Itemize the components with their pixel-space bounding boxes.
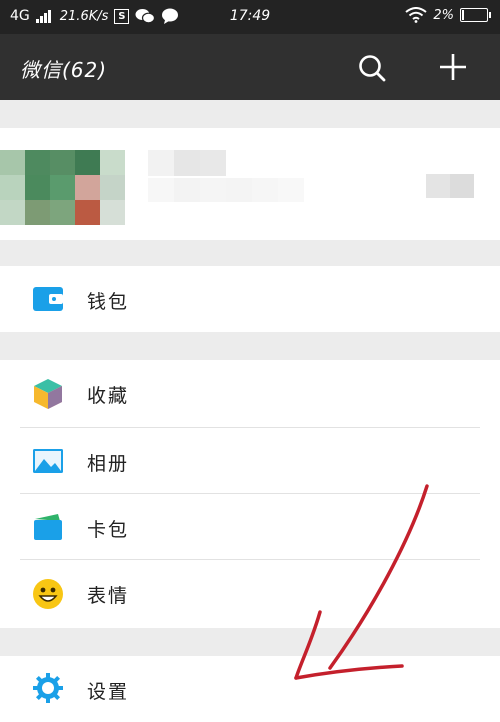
gear-icon: [33, 673, 63, 703]
wallet-icon: [33, 287, 63, 311]
menu-item-stickers[interactable]: 表情: [0, 560, 500, 628]
page-title: 微信(62): [20, 58, 108, 82]
section-gap: [0, 628, 500, 656]
menu-item-label: 收藏: [87, 385, 130, 407]
wifi-icon: [405, 7, 427, 23]
profile-name-blur-2: [200, 150, 226, 176]
section-gap: [0, 332, 500, 360]
qrcode-icon: [426, 174, 474, 198]
photo-icon: [33, 449, 63, 473]
status-right: 2%: [405, 7, 491, 23]
app-header: 微信(62): [0, 34, 500, 100]
status-bar: 4G 21.6K/s S 17:49 2%: [0, 0, 500, 34]
section-gap: [0, 100, 500, 128]
battery-percent: 2%: [433, 7, 454, 23]
plus-icon[interactable]: [437, 51, 469, 83]
menu-item-favorites[interactable]: 收藏: [0, 360, 500, 428]
menu-item-settings[interactable]: 设置: [0, 656, 500, 722]
battery-icon: [460, 8, 491, 22]
cube-icon: [34, 379, 62, 409]
menu-item-label: 卡包: [87, 519, 130, 541]
menu-item-label: 表情: [87, 585, 130, 607]
section-gap: [0, 240, 500, 266]
menu-item-album[interactable]: 相册: [0, 428, 500, 494]
menu-item-wallet[interactable]: 钱包: [0, 266, 500, 332]
card-icon: [34, 514, 62, 540]
menu-item-label: 相册: [87, 453, 130, 475]
menu-item-cards[interactable]: 卡包: [0, 494, 500, 560]
menu-item-label: 钱包: [87, 291, 130, 313]
profile-row[interactable]: [0, 128, 500, 240]
search-icon[interactable]: [356, 52, 388, 84]
avatar: [0, 150, 125, 225]
smiley-icon: [33, 579, 63, 609]
profile-id-blur: [148, 178, 304, 202]
menu-item-label: 设置: [87, 681, 130, 703]
